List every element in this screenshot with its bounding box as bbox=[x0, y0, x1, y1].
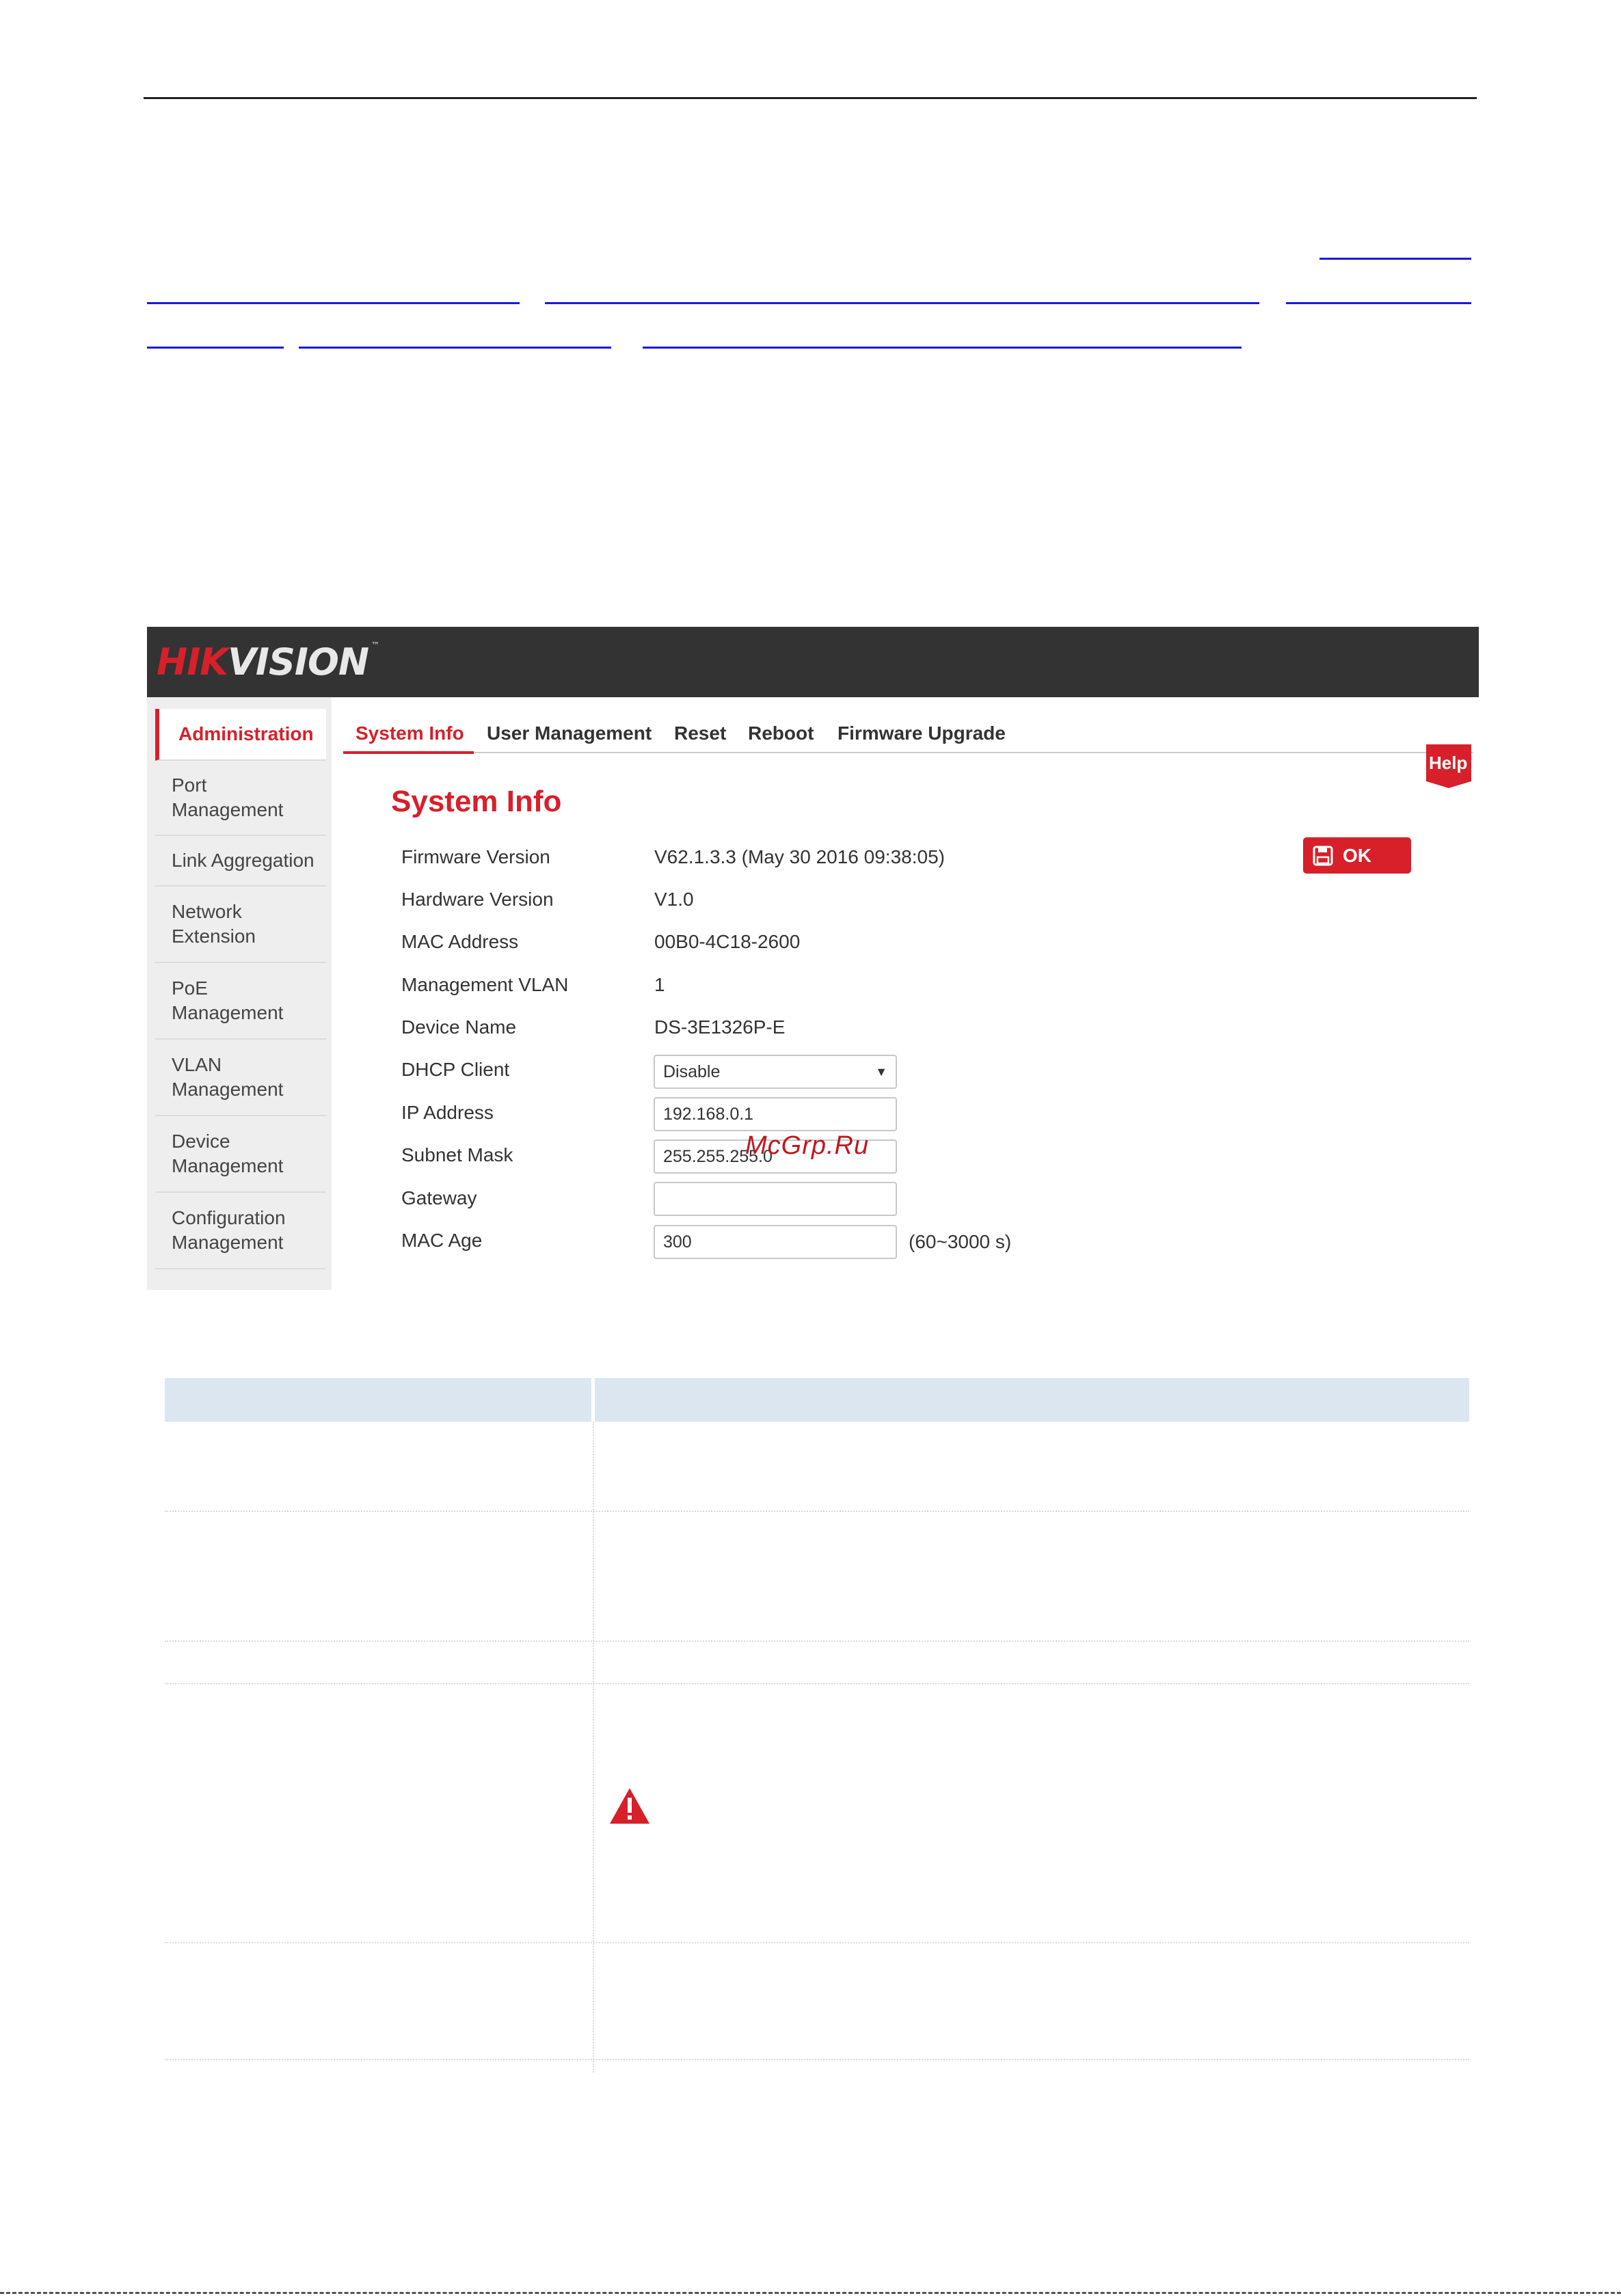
mac-age-label: MAC Age bbox=[401, 1230, 483, 1251]
sidebar-item-vlan-management[interactable]: VLAN Management bbox=[155, 1040, 326, 1116]
table-column-divider bbox=[593, 1422, 594, 2072]
mac-age-input[interactable] bbox=[654, 1225, 897, 1259]
sidebar: Administration Port Management Link Aggr… bbox=[147, 697, 332, 1290]
mac-age-range: (60~3000 s) bbox=[909, 1231, 1012, 1252]
watermark: McGrp.Ru bbox=[745, 1131, 870, 1160]
tab-underline bbox=[343, 752, 1473, 753]
tab-reset[interactable]: Reset bbox=[674, 722, 726, 744]
table-row-divider bbox=[165, 1511, 1469, 1513]
table-header-cell-1 bbox=[165, 1378, 591, 1422]
link-underline-1[interactable] bbox=[1319, 258, 1471, 260]
link-underline-6[interactable] bbox=[299, 347, 611, 349]
floppy-disk-icon bbox=[1313, 846, 1333, 865]
table-row-divider bbox=[165, 1942, 1469, 1944]
tab-firmware-upgrade[interactable]: Firmware Upgrade bbox=[838, 722, 1006, 744]
device-name-label: Device Name bbox=[401, 1016, 517, 1038]
sidebar-item-configuration-management[interactable]: Configuration Management bbox=[155, 1193, 326, 1269]
link-underline-2[interactable] bbox=[147, 302, 520, 304]
tab-reboot[interactable]: Reboot bbox=[748, 722, 814, 744]
link-underline-7[interactable] bbox=[643, 347, 1242, 349]
ip-address-input[interactable] bbox=[654, 1097, 897, 1131]
table-row-divider bbox=[165, 2059, 1469, 2061]
management-vlan-value: 1 bbox=[654, 974, 665, 995]
table-row-divider bbox=[165, 1640, 1469, 1643]
tab-system-info[interactable]: System Info bbox=[356, 722, 464, 744]
chevron-down-icon: ▼ bbox=[875, 1064, 887, 1079]
sidebar-item-administration[interactable]: Administration bbox=[155, 709, 326, 761]
firmware-version-label: Firmware Version bbox=[401, 846, 550, 867]
hikvision-logo: HIKVISION ™ bbox=[157, 640, 379, 684]
dhcp-client-label: DHCP Client bbox=[401, 1059, 510, 1080]
sidebar-item-link-aggregation[interactable]: Link Aggregation bbox=[155, 836, 326, 887]
sidebar-item-network-extension[interactable]: Network Extension bbox=[155, 887, 326, 963]
device-name-value: DS-3E1326P-E bbox=[654, 1016, 786, 1038]
subnet-mask-label: Subnet Mask bbox=[401, 1144, 513, 1165]
ok-button[interactable]: OK bbox=[1303, 837, 1411, 874]
tab-user-management[interactable]: User Management bbox=[487, 722, 652, 744]
ip-address-label: IP Address bbox=[401, 1102, 494, 1123]
sidebar-item-port-management[interactable]: Port Management bbox=[155, 761, 326, 836]
tab-active-indicator bbox=[343, 751, 474, 754]
mac-address-value: 00B0-4C18-2600 bbox=[654, 931, 801, 952]
table-row-divider bbox=[165, 1683, 1469, 1685]
help-button[interactable]: Help bbox=[1426, 744, 1471, 788]
sidebar-item-poe-management[interactable]: PoE Management bbox=[155, 963, 326, 1040]
hardware-version-label: Hardware Version bbox=[401, 889, 554, 910]
gateway-input[interactable] bbox=[654, 1182, 897, 1216]
dhcp-client-select[interactable]: Disable ▼ bbox=[654, 1055, 897, 1089]
header-rule bbox=[144, 97, 1477, 99]
footer-rule bbox=[0, 2292, 1621, 2296]
firmware-version-value: V62.1.3.3 (May 30 2016 09:38:05) bbox=[654, 846, 945, 867]
link-underline-5[interactable] bbox=[147, 347, 284, 349]
gateway-label: Gateway bbox=[401, 1187, 477, 1208]
top-bar: HIKVISION ™ bbox=[147, 627, 1479, 697]
hardware-version-value: V1.0 bbox=[654, 889, 694, 910]
page-title: System Info bbox=[391, 785, 562, 818]
warning-triangle-icon bbox=[610, 1788, 649, 1824]
table-header-cell-2 bbox=[595, 1378, 1469, 1422]
management-vlan-label: Management VLAN bbox=[401, 974, 569, 995]
link-underline-4[interactable] bbox=[1286, 302, 1471, 304]
mac-address-label: MAC Address bbox=[401, 931, 519, 952]
sidebar-item-device-management[interactable]: Device Management bbox=[155, 1116, 326, 1193]
link-underline-3[interactable] bbox=[545, 302, 1259, 304]
